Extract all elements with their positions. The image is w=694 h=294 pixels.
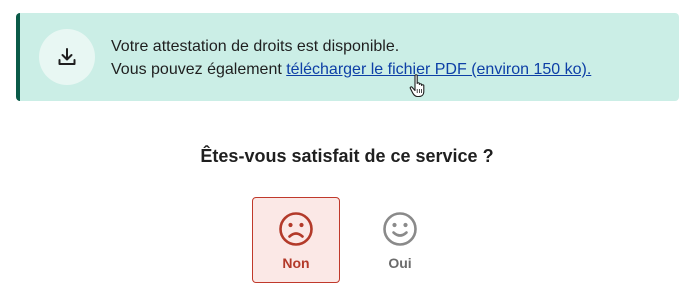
answer-yes-label: Oui	[388, 255, 412, 271]
happy-face-icon	[383, 212, 417, 246]
banner-line-1: Votre attestation de droits est disponib…	[111, 38, 400, 55]
banner-line-2: Vous pouvez également télécharger le fic…	[111, 58, 591, 81]
download-icon	[58, 48, 76, 65]
answer-no-label: Non	[282, 255, 310, 271]
hand-pointer-cursor-icon	[409, 74, 425, 98]
answer-yes-button[interactable]: Oui	[356, 197, 444, 283]
download-banner: Votre attestation de droits est disponib…	[16, 13, 679, 101]
banner-line-2-prefix: Vous pouvez également	[111, 61, 287, 78]
download-pdf-link[interactable]: télécharger le fichier PDF (environ 150 …	[286, 61, 591, 78]
banner-message: Votre attestation de droits est disponib…	[111, 35, 591, 81]
page: Votre attestation de droits est disponib…	[0, 0, 694, 294]
satisfaction-question: Êtes-vous satisfait de ce service ?	[200, 146, 494, 166]
answer-no-button[interactable]: Non	[252, 197, 340, 283]
download-icon-badge	[39, 29, 95, 85]
sad-face-icon	[279, 212, 313, 246]
